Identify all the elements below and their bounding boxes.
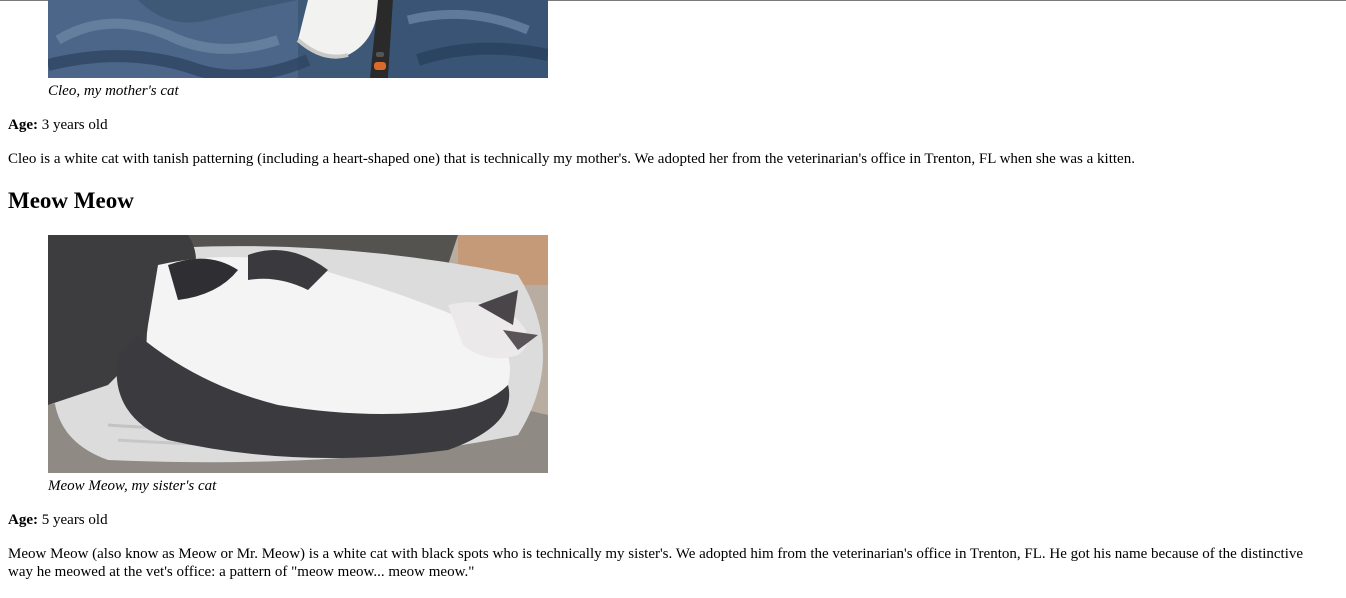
- meow-meow-age-value: 5 years old: [41, 512, 108, 528]
- cleo-caption: Cleo, my mother's cat: [48, 83, 179, 99]
- meow-meow-age: Age: 5 years old: [8, 511, 108, 529]
- meow-meow-description: Meow Meow (also know as Meow or Mr. Meow…: [8, 546, 1304, 580]
- meow-meow-caption: Meow Meow, my sister's cat: [48, 478, 217, 494]
- meow-meow-photo: [48, 235, 548, 473]
- cleo-age: Age: 3 years old: [8, 116, 108, 134]
- meow-meow-age-label: Age:: [8, 512, 38, 528]
- cleo-age-value: 3 years old: [41, 117, 108, 133]
- cleo-photo: [48, 0, 548, 78]
- meow-meow-heading: Meow Meow: [8, 188, 134, 213]
- cleo-age-label: Age:: [8, 117, 38, 133]
- cleo-description: Cleo is a white cat with tanish patterni…: [8, 151, 1135, 167]
